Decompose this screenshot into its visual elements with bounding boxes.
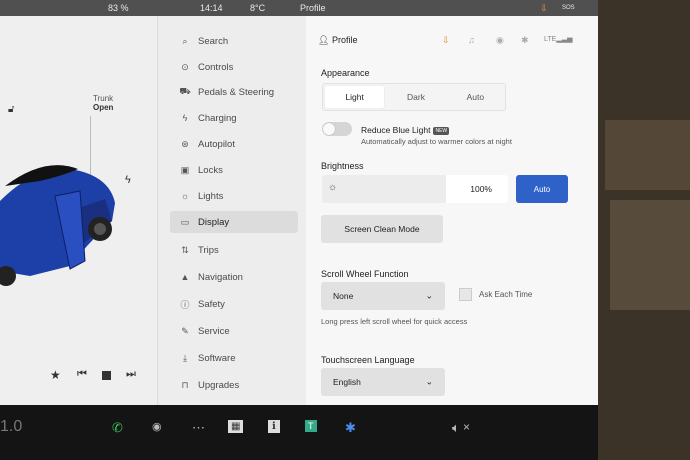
menu-item-software[interactable]: ⤓ Software: [170, 347, 298, 369]
language-title: Touchscreen Language: [321, 355, 415, 365]
next-track-icon[interactable]: ⏭︎: [126, 368, 136, 381]
speed-readout: 1.0: [0, 418, 23, 435]
steering-wheel-icon: ⊛: [181, 138, 189, 149]
download-icon: ⤓: [183, 352, 187, 363]
phone-icon[interactable]: ✆: [112, 420, 123, 436]
appearance-option-dark[interactable]: Dark: [386, 84, 445, 110]
settings-menu: ⌕ Search ⊙ Controls ⛟ Pedals & Steering ϟ Ch…: [158, 16, 306, 405]
lock-icon: ▣: [180, 164, 190, 175]
download-icon: ⇩: [442, 35, 450, 45]
sentry-icon: ◉: [496, 35, 504, 45]
ask-each-time-checkbox[interactable]: [459, 288, 472, 301]
ask-each-time-label: Ask Each Time: [479, 290, 533, 299]
appearance-option-auto[interactable]: Auto: [446, 84, 505, 110]
bezel-right: [595, 0, 690, 460]
alarm-icon: ♫: [468, 35, 475, 45]
camera-icon[interactable]: ◉: [152, 420, 162, 433]
chevron-down-icon: ⌄: [425, 290, 433, 301]
trips-icon: ⇅: [181, 244, 189, 255]
toggle-icon: ⊙: [181, 61, 189, 72]
lock-icon[interactable]: 🔓︎: [8, 104, 14, 115]
menu-item-search[interactable]: ⌕ Search: [170, 30, 298, 52]
appearance-title: Appearance: [321, 68, 370, 78]
taskbar: 1.0 ✆ ◉ ⋯ ▦ ℹ T ✱ 🔈︎ ×: [0, 405, 598, 460]
car-image[interactable]: [0, 151, 125, 286]
brightness-title: Brightness: [321, 161, 364, 171]
bolt-icon: ϟ: [182, 113, 188, 123]
menu-item-autopilot[interactable]: ⊛ Autopilot: [170, 133, 298, 155]
display-icon: ▭: [180, 216, 190, 227]
menu-item-pedals-steering[interactable]: ⛟ Pedals & Steering: [170, 81, 298, 103]
previous-track-icon[interactable]: ⏮︎: [77, 368, 87, 381]
volume-mute-x: ×: [463, 420, 471, 434]
reduce-blue-light-desc: Automatically adjust to warmer colors at…: [361, 137, 512, 146]
car-panel: Trunk Open 🔓︎ ϟ ★ ⏮︎ ⏭︎: [0, 16, 158, 405]
info-icon: ⓘ: [180, 299, 190, 310]
language-value: English: [333, 377, 361, 387]
stop-icon[interactable]: [102, 371, 111, 380]
favorite-icon[interactable]: ★: [50, 368, 61, 382]
appearance-selector: Light Dark Auto: [322, 83, 506, 111]
menu-item-display[interactable]: ▭ Display: [170, 211, 298, 233]
volume-mute-icon[interactable]: 🔈︎: [452, 420, 460, 436]
touchscreen: 83 % 14:14 8°C Profile ⇩ SOS Trunk Open …: [0, 0, 598, 405]
status-bar: 83 % 14:14 8°C Profile ⇩ SOS: [0, 0, 598, 16]
chevron-down-icon: ⌄: [425, 376, 433, 387]
scroll-wheel-value: None: [333, 291, 354, 301]
bag-icon: ⊓: [181, 379, 189, 390]
person-icon: 👤︎: [318, 35, 330, 45]
menu-item-service[interactable]: ✎ Service: [170, 320, 298, 342]
menu-item-upgrades[interactable]: ⊓ Upgrades: [170, 374, 298, 396]
reduce-blue-light-label: Reduce Blue Light NEW: [361, 125, 450, 135]
menu-item-safety[interactable]: ⓘ Safety: [170, 293, 298, 315]
menu-item-lights[interactable]: ☼ Lights: [170, 185, 298, 207]
new-badge: NEW: [433, 126, 450, 135]
battery-level: 83 %: [108, 3, 129, 13]
menu-item-controls[interactable]: ⊙ Controls: [170, 56, 298, 78]
menu-item-locks[interactable]: ▣ Locks: [170, 159, 298, 181]
temperature: 8°C: [250, 3, 266, 13]
sos-icon[interactable]: SOS: [562, 5, 575, 11]
reduce-blue-light-toggle[interactable]: [322, 122, 352, 136]
brightness-auto-button[interactable]: Auto: [516, 175, 568, 203]
clock: 14:14: [200, 3, 223, 13]
display-settings: 👤︎ Profile ⇩ ♫ ◉ ✱ LTE▂▃▅ Appearance Lig…: [306, 16, 598, 405]
bolt-icon: ϟ: [125, 174, 131, 186]
status-profile[interactable]: Profile: [300, 3, 326, 13]
bluetooth-icon: ✱: [521, 35, 529, 45]
scroll-wheel-hint: Long press left scroll wheel for quick a…: [321, 317, 468, 326]
more-icon[interactable]: ⋯: [192, 420, 205, 436]
menu-item-charging[interactable]: ϟ Charging: [170, 107, 298, 129]
search-icon: ⌕: [182, 35, 188, 46]
screen-clean-mode-button[interactable]: Screen Clean Mode: [321, 215, 443, 243]
scroll-wheel-dropdown[interactable]: None ⌄: [321, 282, 445, 310]
menu-item-navigation[interactable]: ▲ Navigation: [170, 266, 298, 288]
theater-icon[interactable]: T: [305, 420, 317, 432]
manual-icon[interactable]: ℹ: [268, 420, 280, 433]
brightness-slider[interactable]: ☼ 100%: [322, 175, 508, 203]
brightness-value: 100%: [470, 184, 492, 194]
header-profile[interactable]: 👤︎ Profile: [318, 35, 357, 46]
scroll-wheel-title: Scroll Wheel Function: [321, 269, 409, 279]
menu-item-trips[interactable]: ⇅ Trips: [170, 239, 298, 261]
sun-icon: ☼: [328, 182, 338, 193]
download-icon: ⇩: [540, 3, 548, 13]
bluetooth-icon[interactable]: ✱: [345, 420, 356, 436]
signal-icon: LTE▂▃▅: [544, 36, 573, 43]
sun-icon: ☼: [180, 191, 190, 201]
navigation-icon: ▲: [180, 272, 190, 282]
wrench-icon: ✎: [181, 325, 189, 336]
calendar-icon[interactable]: ▦: [228, 420, 244, 433]
appearance-option-light[interactable]: Light: [325, 86, 385, 108]
language-dropdown[interactable]: English ⌄: [321, 368, 445, 396]
car-icon: ⛟: [179, 86, 191, 96]
trunk-label[interactable]: Trunk Open: [93, 94, 113, 112]
